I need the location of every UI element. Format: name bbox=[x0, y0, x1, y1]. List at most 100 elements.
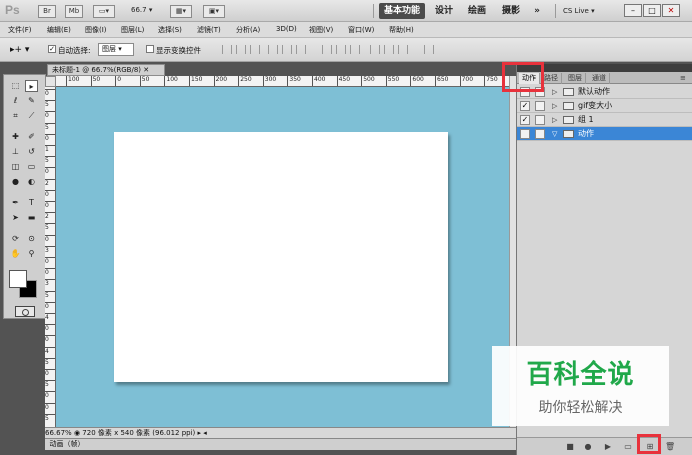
distribute-right-icon[interactable] bbox=[398, 45, 408, 54]
menu-window[interactable]: 窗口(W) bbox=[348, 25, 374, 35]
blur-tool-icon[interactable]: ● bbox=[9, 176, 22, 188]
more-workspaces-icon[interactable]: » bbox=[530, 3, 544, 19]
quick-mask-icon[interactable] bbox=[15, 306, 35, 317]
menu-3d[interactable]: 3D(D) bbox=[276, 25, 297, 33]
menu-analysis[interactable]: 分析(A) bbox=[236, 25, 260, 35]
align-hcenter-icon[interactable] bbox=[282, 45, 292, 54]
distribute-left-icon[interactable] bbox=[370, 45, 380, 54]
path-select-tool-icon[interactable]: ➤ bbox=[9, 212, 22, 224]
vertical-ruler[interactable]: 0 5 0 5 0 1 5 0 2 0 0 2 5 0 3 0 0 3 5 0 4 0 0 4 5 0 5 0 0 5 bbox=[45, 87, 56, 427]
expand-triangle-icon[interactable]: ▷ bbox=[552, 86, 557, 99]
collapse-triangle-icon[interactable]: ▽ bbox=[552, 128, 557, 141]
maximize-icon[interactable]: □ bbox=[643, 4, 661, 17]
mini-bridge-icon[interactable]: Mb bbox=[65, 5, 83, 18]
arrange-documents-icon[interactable]: ▦▾ bbox=[170, 5, 192, 18]
workspace-painting[interactable]: 绘画 bbox=[465, 3, 489, 19]
expand-triangle-icon[interactable]: ▷ bbox=[552, 100, 557, 113]
menu-help[interactable]: 帮助(H) bbox=[389, 25, 414, 35]
crop-tool-icon[interactable]: ⌗ bbox=[9, 110, 22, 122]
3d-orbit-tool-icon[interactable]: ⊙ bbox=[25, 233, 38, 245]
tab-channels[interactable]: 通道 bbox=[589, 73, 610, 84]
play-selection-icon[interactable]: ▶ bbox=[603, 442, 613, 452]
dialog-toggle[interactable] bbox=[535, 115, 545, 125]
quick-select-tool-icon[interactable]: ✎ bbox=[25, 95, 38, 107]
type-tool-icon[interactable]: T bbox=[25, 197, 38, 209]
document-tab[interactable]: 未标题-1 @ 66.7%(RGB/8) ✕ bbox=[47, 64, 165, 76]
pen-tool-icon[interactable]: ✒ bbox=[9, 197, 22, 209]
delete-icon[interactable]: 🗑 bbox=[665, 442, 675, 452]
clone-stamp-tool-icon[interactable]: ⊥ bbox=[9, 146, 22, 158]
move-tool-preset-icon[interactable]: ▸+ ▾ bbox=[10, 45, 29, 55]
ruler-tick: 0 bbox=[45, 369, 55, 377]
tab-paths[interactable]: 路径 bbox=[541, 73, 562, 84]
menu-image[interactable]: 图像(I) bbox=[85, 25, 107, 35]
hand-tool-icon[interactable]: ✋ bbox=[9, 248, 22, 260]
zoom-status[interactable]: 66.67% bbox=[45, 429, 72, 437]
align-right-icon[interactable] bbox=[296, 45, 306, 54]
menu-layer[interactable]: 图层(L) bbox=[121, 25, 144, 35]
zoom-level[interactable]: 66.7 ▾ bbox=[131, 6, 152, 14]
begin-recording-icon[interactable]: ● bbox=[583, 442, 593, 452]
ruler-origin[interactable] bbox=[45, 76, 56, 87]
create-new-set-icon[interactable]: ▭ bbox=[623, 442, 633, 452]
distribute-bottom-icon[interactable] bbox=[350, 45, 360, 54]
workspace-design[interactable]: 设计 bbox=[432, 3, 456, 19]
align-bottom-icon[interactable] bbox=[250, 45, 260, 54]
toggle-checkbox[interactable] bbox=[520, 129, 530, 139]
auto-select-dropdown[interactable]: 图层 ▾ bbox=[98, 43, 134, 56]
action-set-group-1[interactable]: ✓ ▷ 组 1 bbox=[517, 113, 692, 127]
healing-brush-tool-icon[interactable]: ✚ bbox=[9, 131, 22, 143]
toggle-checkbox[interactable]: ✓ bbox=[520, 101, 530, 111]
menu-edit[interactable]: 编辑(E) bbox=[47, 25, 71, 35]
menu-view[interactable]: 视图(V) bbox=[309, 25, 333, 35]
cs-live-button[interactable]: CS Live ▾ bbox=[563, 4, 595, 19]
screen-mode-icon[interactable]: ▣▾ bbox=[203, 5, 225, 18]
distribute-vcenter-icon[interactable] bbox=[336, 45, 346, 54]
gradient-tool-icon[interactable]: ▭ bbox=[25, 161, 38, 173]
eyedropper-tool-icon[interactable]: ⟋ bbox=[25, 110, 38, 122]
3d-rotate-tool-icon[interactable]: ⟳ bbox=[9, 233, 22, 245]
toggle-checkbox[interactable]: ✓ bbox=[520, 115, 530, 125]
history-brush-tool-icon[interactable]: ↺ bbox=[25, 146, 38, 158]
distribute-top-icon[interactable] bbox=[322, 45, 332, 54]
horizontal-ruler[interactable]: 100 50 0 50 100 150 200 250 300 350 400 450 500 550 60… bbox=[56, 76, 509, 87]
ruler-tick: 150 bbox=[189, 76, 202, 86]
collapse-triangle-icon[interactable]: ▷ bbox=[552, 114, 557, 127]
distribute-hcenter-icon[interactable] bbox=[384, 45, 394, 54]
workspace-essentials[interactable]: 基本功能 bbox=[379, 3, 425, 19]
align-top-icon[interactable] bbox=[222, 45, 232, 54]
foreground-color-swatch[interactable] bbox=[9, 270, 27, 288]
align-left-icon[interactable] bbox=[268, 45, 278, 54]
tab-layers[interactable]: 图层 bbox=[565, 73, 586, 84]
dodge-tool-icon[interactable]: ◐ bbox=[25, 176, 38, 188]
dialog-toggle[interactable] bbox=[535, 129, 545, 139]
close-icon[interactable]: ✕ bbox=[662, 4, 680, 17]
eraser-tool-icon[interactable]: ◫ bbox=[9, 161, 22, 173]
zoom-tool-icon[interactable]: ⚲ bbox=[25, 248, 38, 260]
move-tool-icon[interactable]: ▸ bbox=[25, 80, 38, 92]
minimize-icon[interactable]: – bbox=[624, 4, 642, 17]
action-item-selected[interactable]: ▽ 动作 bbox=[517, 127, 692, 141]
show-transform-checkbox[interactable] bbox=[146, 45, 154, 53]
bridge-icon[interactable]: Br bbox=[38, 5, 56, 18]
dialog-toggle[interactable] bbox=[535, 101, 545, 111]
view-extras-icon[interactable]: ▭▾ bbox=[93, 5, 115, 18]
animation-panel-tab[interactable]: 动画（帧） bbox=[45, 438, 516, 450]
document-canvas[interactable] bbox=[114, 132, 448, 382]
brush-tool-icon[interactable]: ✐ bbox=[25, 131, 38, 143]
action-set-gif-resize[interactable]: ✓ ▷ gif变大小 bbox=[517, 99, 692, 113]
panel-menu-icon[interactable]: ≡ bbox=[677, 73, 689, 84]
status-menu-arrow-icon[interactable]: ▸ ◂ bbox=[198, 429, 207, 437]
auto-select-checkbox[interactable]: ✓ bbox=[48, 45, 56, 53]
align-vcenter-icon[interactable] bbox=[236, 45, 246, 54]
shape-tool-icon[interactable]: ▬ bbox=[25, 212, 38, 224]
workspace-photography[interactable]: 摄影 bbox=[499, 3, 523, 19]
auto-align-icon[interactable] bbox=[424, 45, 434, 54]
menu-file[interactable]: 文件(F) bbox=[8, 25, 32, 35]
lasso-tool-icon[interactable]: ℓ bbox=[9, 95, 22, 107]
menu-select[interactable]: 选择(S) bbox=[158, 25, 182, 35]
stop-recording-icon[interactable]: ■ bbox=[565, 442, 575, 452]
close-document-icon[interactable]: ✕ bbox=[143, 66, 149, 74]
menu-filter[interactable]: 滤镜(T) bbox=[197, 25, 221, 35]
marquee-tool-icon[interactable]: ⬚ bbox=[9, 80, 22, 92]
